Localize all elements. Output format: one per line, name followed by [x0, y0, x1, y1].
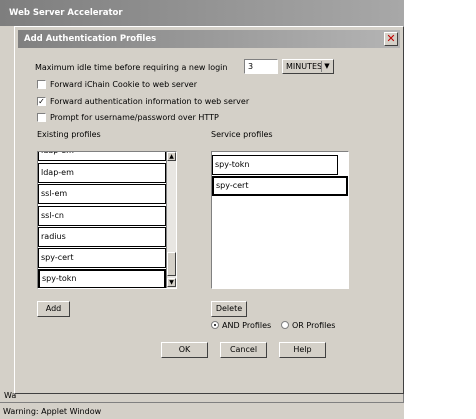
status-text: Warning: Applet Window — [3, 407, 102, 416]
add-button[interactable]: Add — [37, 301, 70, 317]
service-profile-item-selected[interactable]: spy-cert — [212, 176, 348, 196]
idle-unit-selected-value: MINUTES — [286, 62, 323, 71]
close-icon[interactable]: ✕ — [384, 32, 398, 46]
scroll-down-icon[interactable]: ▼ — [167, 278, 176, 287]
existing-profile-item[interactable]: radius — [38, 227, 166, 247]
ok-button[interactable]: OK — [161, 342, 208, 358]
existing-profile-item[interactable]: ssl-cn — [38, 206, 166, 226]
existing-profiles-list[interactable]: ldap-em ldap-em ssl-em ssl-cn radius spy… — [37, 151, 177, 289]
existing-profile-item[interactable]: spy-cert — [38, 248, 166, 268]
forward-auth-info-checkbox[interactable]: ✓ — [37, 97, 46, 106]
service-profiles-label: Service profiles — [211, 130, 273, 139]
applet-status-bar: Warning: Applet Window — [0, 402, 404, 419]
existing-profile-item[interactable]: ldap-em — [38, 163, 166, 183]
scroll-up-icon[interactable]: ▲ — [167, 152, 176, 161]
existing-profiles-label: Existing profiles — [37, 130, 101, 139]
cancel-button[interactable]: Cancel — [220, 342, 267, 358]
or-profiles-radio[interactable] — [281, 321, 289, 329]
idle-time-label: Maximum idle time before requiring a new… — [35, 63, 228, 72]
existing-profile-item-selected[interactable]: spy-tokn — [38, 269, 166, 288]
service-profiles-list[interactable]: spy-tokn spy-cert — [211, 151, 349, 289]
existing-profile-item[interactable]: ldap-em — [38, 152, 166, 161]
existing-profile-item[interactable]: ssl-em — [38, 184, 166, 204]
and-profiles-label: AND Profiles — [222, 321, 272, 330]
idle-time-input[interactable]: 3 — [244, 59, 278, 74]
forward-ichain-cookie-checkbox[interactable] — [37, 80, 46, 89]
background-window-title: Web Server Accelerator — [9, 8, 123, 18]
delete-button[interactable]: Delete — [211, 301, 247, 317]
forward-auth-info-label: Forward authentication information to we… — [50, 97, 250, 106]
prompt-http-label: Prompt for username/password over HTTP — [50, 113, 219, 122]
prompt-http-checkbox[interactable] — [37, 113, 46, 122]
idle-unit-select[interactable]: MINUTES ▼ — [282, 59, 334, 74]
help-button[interactable]: Help — [279, 342, 326, 358]
and-profiles-radio[interactable] — [211, 321, 219, 329]
background-window-left-edge — [0, 26, 14, 394]
service-profile-item[interactable]: spy-tokn — [212, 155, 338, 175]
or-profiles-label: OR Profiles — [292, 321, 336, 330]
chevron-down-icon: ▼ — [321, 61, 332, 72]
add-authentication-profiles-dialog: Add Authentication Profiles ✕ Maximum id… — [14, 26, 404, 394]
existing-profiles-scrollbar[interactable]: ▲ ▼ — [166, 152, 176, 288]
dialog-titlebar[interactable]: Add Authentication Profiles ✕ — [18, 30, 400, 48]
background-window-titlebar: Web Server Accelerator — [0, 0, 404, 26]
dialog-title: Add Authentication Profiles — [24, 34, 157, 44]
forward-ichain-cookie-label: Forward iChain Cookie to web server — [50, 80, 198, 89]
scroll-thumb[interactable] — [167, 252, 176, 276]
